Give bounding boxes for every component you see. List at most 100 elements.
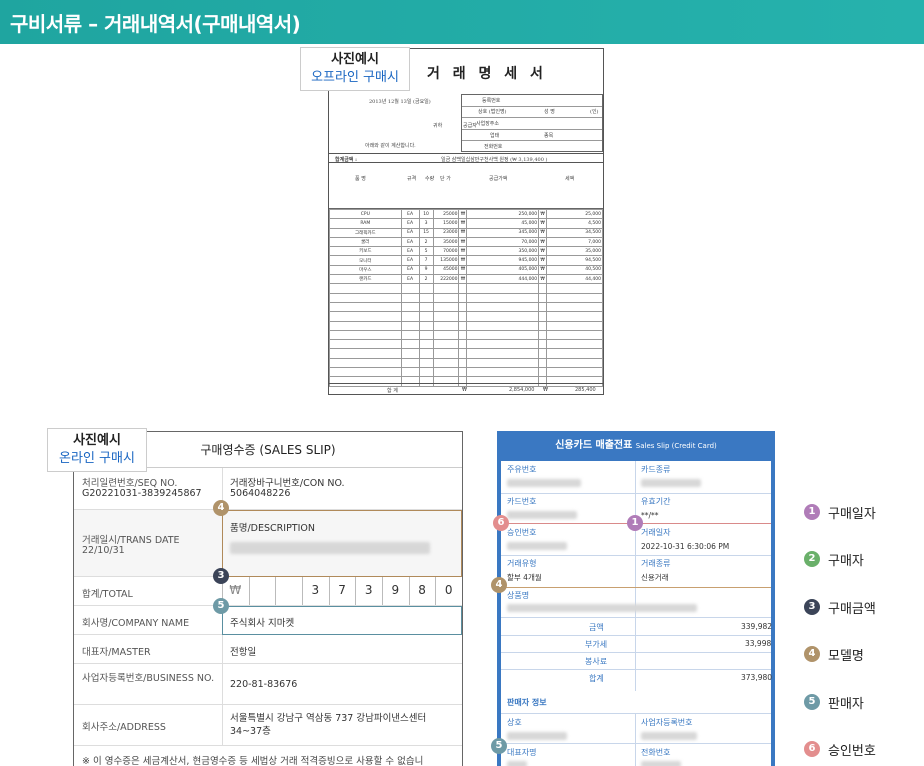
credit-card-slip: 신용카드 매출전표 Sales Slip (Credit Card) 주유번호 … [497, 431, 775, 766]
table-row [329, 357, 603, 369]
table-cell [400, 320, 420, 331]
table-cell [538, 283, 548, 294]
slip-row-total: 합계/TOTAL ₩ 3 7 3 9 8 0 [74, 577, 462, 606]
item-type-label: 종목 [544, 133, 554, 139]
table-cell [466, 329, 540, 341]
table-cell [329, 357, 402, 369]
table-cell [418, 301, 434, 313]
table-cell [432, 339, 460, 350]
table-cell: 135000 [432, 255, 460, 266]
table-cell [329, 311, 402, 322]
table-cell [538, 301, 548, 313]
master-value: 전항일 [230, 647, 257, 658]
table-cell [458, 357, 468, 369]
trans-type-value: 할부 4개월 [507, 573, 542, 582]
legend-badge: 3 [804, 598, 820, 615]
table-row [329, 283, 603, 294]
legend-badge: 1 [804, 504, 820, 520]
table-cell: EA [400, 274, 420, 285]
badge-3-amount: 3 [213, 568, 229, 584]
digit [248, 577, 276, 605]
table-row: 쿨러 EA 2 35000 ₩70,000 ₩7,000 [329, 236, 603, 248]
statement-total-row: 합 계 ₩ 2,854,000 ₩ 285,400 [329, 383, 603, 394]
badge-5-seller: 5 [491, 738, 507, 754]
table-cell: 35000 [432, 236, 460, 248]
table-cell: 25,000 [546, 208, 603, 220]
legend-badge: 5 [804, 693, 820, 710]
table-cell [432, 301, 460, 313]
table-cell: ₩ [458, 227, 468, 238]
table-cell: EA [400, 218, 420, 229]
slip-row-master: 대표자/MASTER 전항일 [74, 635, 462, 664]
card-title-sub: Sales Slip (Credit Card) [635, 442, 717, 450]
table-cell [432, 367, 460, 378]
total-tax: 285,400 [575, 387, 596, 393]
name-label: 성 명 [544, 109, 555, 115]
table-cell: CPU [329, 208, 402, 220]
item-table: CPU EA 10 25000 ₩250,000 ₩25,000 RAM EA 3 15000 ₩4… [329, 208, 603, 387]
badge-1-date: 1 [627, 515, 643, 531]
table-cell: 키보드 [329, 246, 402, 257]
table-cell: ₩ [538, 264, 548, 276]
seq-value: G20221031-3839245867 [82, 488, 202, 499]
table-cell: 마우스 [329, 264, 402, 276]
table-cell [432, 311, 460, 322]
table-cell [458, 367, 468, 378]
table-cell [538, 367, 548, 378]
table-cell [400, 357, 420, 369]
phone-label: 전화번호 [484, 144, 503, 150]
table-cell [329, 320, 402, 331]
table-cell: 쿨러 [329, 236, 402, 248]
digit: 3 [355, 577, 382, 605]
card-no-label: 카드번호 [507, 497, 537, 506]
service-label: 봉사료 [585, 657, 608, 666]
supplier-info-box: 등록번호 상호 (법인명) 성 명 (인) 사업장주소 업태 종목 전화번호 [461, 94, 603, 152]
table-row: CPU EA 10 25000 ₩250,000 ₩25,000 [329, 208, 603, 220]
digit: 3 [302, 577, 329, 605]
table-row [329, 367, 603, 378]
vat-value: 33,998 [745, 639, 772, 648]
table-row: RAM EA 3 15000 ₩45,000 ₩4,500 [329, 218, 603, 229]
table-cell [329, 348, 402, 359]
legend-badge: 6 [804, 740, 820, 757]
table-cell [466, 301, 540, 313]
table-cell [546, 292, 603, 303]
table-cell [458, 329, 468, 341]
address-value: 서울특별시 강남구 역삼동 737 강남파이낸스센터 34~37층 [230, 713, 427, 737]
table-cell: ₩ [458, 236, 468, 248]
table-cell: 35,000 [546, 246, 603, 257]
table-cell: 4,500 [546, 218, 603, 229]
table-cell: 45000 [432, 264, 460, 276]
table-row [329, 329, 603, 341]
col-header-supply: 공급가액 [489, 176, 508, 182]
valid-label: 유효기간 [641, 497, 671, 506]
online-sales-slip: 구매영수증 (SALES SLIP) 처리일련번호/SEQ NO. G20221… [73, 431, 463, 766]
table-cell: 250,000 [466, 208, 540, 220]
table-cell [418, 367, 434, 378]
company-highlight [222, 606, 462, 635]
biz-type-label: 업태 [490, 133, 500, 139]
company-label: 상호 (법인명) [478, 109, 507, 115]
table-cell [466, 283, 540, 294]
table-cell: ₩ [538, 255, 548, 266]
table-cell: 2 [418, 274, 434, 285]
table-cell [432, 320, 460, 331]
table-cell [538, 357, 548, 369]
table-cell: ₩ [538, 246, 548, 257]
online-example-tag: 사진예시 온라인 구매시 [47, 428, 147, 472]
table-cell [546, 283, 603, 294]
table-cell [400, 292, 420, 303]
table-cell: 405,000 [466, 264, 540, 276]
offline-example-tag: 사진예시 오프라인 구매시 [300, 47, 410, 91]
table-cell: 5 [418, 246, 434, 257]
table-cell: 444,000 [466, 274, 540, 285]
date-value: 22/10/31 [82, 545, 125, 556]
badge-5-seller: 5 [213, 598, 229, 614]
statement-date: 2013년 12월 13일 (금요일) [369, 99, 431, 105]
table-cell [400, 367, 420, 378]
statement-greeting: 아래와 같이 계산합니다. [365, 143, 416, 149]
trans-date-label: 거래일자 [641, 528, 671, 537]
table-cell: 350,000 [466, 246, 540, 257]
seq-label: 처리일련번호/SEQ NO. [82, 478, 178, 489]
col-header-name: 품 명 [355, 176, 366, 182]
